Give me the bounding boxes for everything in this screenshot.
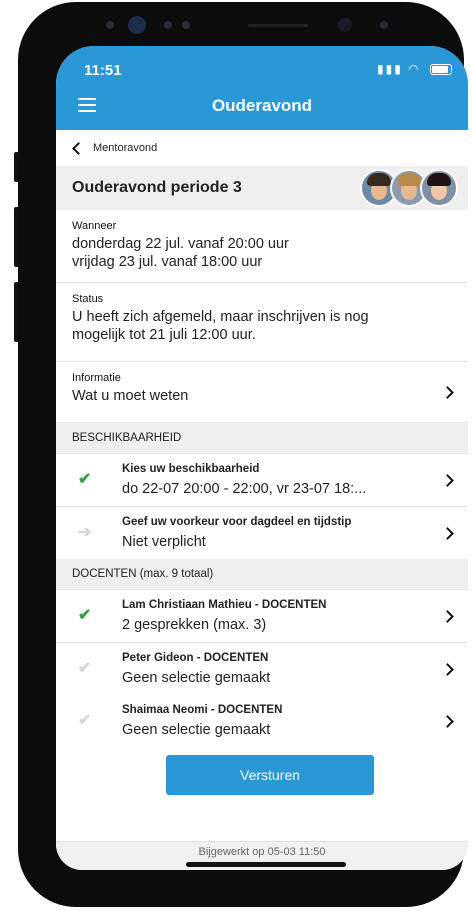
check-icon: ✔ (78, 471, 92, 488)
home-indicator[interactable] (186, 862, 346, 867)
when-line-1: donderdag 22 jul. vanaf 20:00 uur (72, 236, 289, 252)
wifi-icon: ◠ (408, 62, 421, 76)
signal-icon: ▮▮▮ (377, 62, 403, 76)
chevron-right-icon (441, 715, 454, 728)
info-value: Wat u moet weten (72, 388, 189, 404)
check-icon: ✔ (78, 712, 92, 729)
mute-switch (14, 152, 19, 182)
list-item-title: Shaimaa Neomi - DOCENTEN (122, 704, 283, 716)
battery-icon (430, 64, 452, 76)
main-content: Mentoravond Ouderavond periode 3 Wanneer… (56, 130, 468, 805)
chevron-left-icon (72, 141, 85, 155)
list-item-subtitle: do 22-07 20:00 - 22:00, vr 23-07 18:... (122, 481, 367, 497)
chevron-right-icon (441, 474, 454, 487)
chevron-right-icon (441, 527, 454, 540)
avatar-group (360, 169, 458, 207)
when-section: Wanneer donderdag 22 jul. vanaf 20:00 uu… (56, 210, 468, 283)
status-time: 11:51 (84, 62, 122, 79)
avatar (420, 169, 458, 207)
list-item-subtitle: Geen selectie gemaakt (122, 670, 271, 686)
check-icon: ✔ (78, 660, 92, 677)
event-title: Ouderavond periode 3 (72, 179, 242, 196)
camera-notch (98, 16, 398, 36)
submit-area: Versturen (56, 747, 468, 805)
list-item[interactable]: ➔ Geef uw voorkeur voor dagdeel en tijds… (56, 507, 468, 559)
availability-heading: BESCHIKBAARHEID (56, 423, 468, 454)
system-icons: ▮▮▮ ◠ (377, 62, 452, 76)
chevron-right-icon (441, 610, 454, 623)
list-item-title: Lam Christiaan Mathieu - DOCENTEN (122, 599, 327, 611)
chevron-right-icon (441, 663, 454, 676)
list-item-title: Geef uw voorkeur voor dagdeel en tijdsti… (122, 516, 352, 528)
when-line-2: vrijdag 23 jul. vanaf 18:00 uur (72, 254, 263, 270)
submit-button[interactable]: Versturen (166, 755, 374, 795)
list-item-title: Peter Gideon - DOCENTEN (122, 652, 269, 664)
phone-frame: 11:51 ▮▮▮ ◠ Ouderavond Mentoravond Ouder… (14, 2, 468, 907)
list-item-title: Kies uw beschikbaarheid (122, 463, 260, 475)
status-label: Status (72, 293, 104, 305)
list-item[interactable]: ✔ Peter Gideon - DOCENTEN Geen selectie … (56, 643, 468, 695)
app-screen: 11:51 ▮▮▮ ◠ Ouderavond Mentoravond Ouder… (56, 46, 468, 870)
check-icon: ✔ (78, 607, 92, 624)
breadcrumb-back[interactable]: Mentoravond (56, 130, 468, 166)
list-item[interactable]: ✔ Kies uw beschikbaarheid do 22-07 20:00… (56, 454, 468, 507)
status-line-1: U heeft zich afgemeld, maar inschrijven … (72, 309, 369, 325)
info-row[interactable]: Informatie Wat u moet weten (56, 362, 468, 423)
teachers-heading: DOCENTEN (max. 9 totaal) (56, 559, 468, 590)
status-line-2: mogelijk tot 21 juli 12:00 uur. (72, 327, 256, 343)
page-title: Ouderavond (211, 96, 313, 115)
app-bar: 11:51 ▮▮▮ ◠ Ouderavond (56, 46, 468, 130)
list-item[interactable]: ✔ Lam Christiaan Mathieu - DOCENTEN 2 ge… (56, 590, 468, 643)
list-item-subtitle: Geen selectie gemaakt (122, 722, 271, 738)
info-label: Informatie (72, 372, 121, 384)
arrow-right-icon: ➔ (78, 524, 92, 541)
volume-up-button (14, 207, 19, 267)
status-section: Status U heeft zich afgemeld, maar insch… (56, 283, 468, 362)
list-item[interactable]: ✔ Shaimaa Neomi - DOCENTEN Geen selectie… (56, 695, 468, 747)
list-item-subtitle: 2 gesprekken (max. 3) (122, 617, 267, 633)
breadcrumb-label: Mentoravond (93, 142, 158, 154)
volume-down-button (14, 282, 19, 342)
event-header: Ouderavond periode 3 (56, 166, 468, 210)
list-item-subtitle: Niet verplicht (122, 534, 206, 550)
when-label: Wanneer (72, 220, 117, 232)
